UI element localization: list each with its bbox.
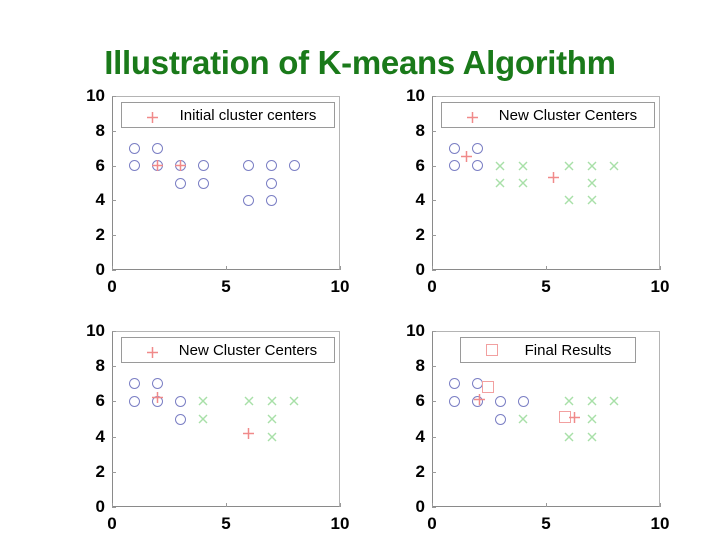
- x-axis-tick-label: 5: [541, 277, 551, 296]
- y-axis-tick-label: 8: [95, 120, 105, 140]
- chart-panel-top-left: 0 2 4 6 8 10 0 5 10 Initial cluster centers: [78, 86, 368, 300]
- x-axis-tick-mark: [340, 503, 341, 507]
- y-axis-tick-mark: [432, 166, 436, 167]
- chart-legend[interactable]: Initial cluster centers: [121, 102, 335, 128]
- y-axis-tick-label: 0: [95, 260, 105, 279]
- y-axis-tick-mark: [112, 401, 116, 402]
- y-axis-tick-label: 4: [95, 190, 105, 210]
- x-axis-tick-label: 10: [650, 277, 670, 296]
- y-axis-tick-mark: [112, 331, 116, 332]
- y-axis-tick-label: 10: [406, 86, 425, 105]
- chart-legend[interactable]: New Cluster Centers: [121, 337, 335, 363]
- legend-plus-marker: [456, 106, 490, 124]
- y-axis-tick-mark: [112, 200, 116, 201]
- x-axis-tick-label: 5: [541, 514, 551, 533]
- y-axis-tick-mark: [112, 472, 116, 473]
- legend-label: Initial cluster centers: [179, 106, 317, 124]
- x-axis-tick-label: 10: [330, 514, 350, 533]
- chart-legend[interactable]: New Cluster Centers: [441, 102, 655, 128]
- y-axis-tick-label: 0: [95, 497, 105, 516]
- x-axis-tick-label: 0: [427, 514, 437, 533]
- x-axis-tick-label: 0: [107, 514, 117, 533]
- x-axis-tick-label: 0: [107, 277, 117, 296]
- y-axis-tick-label: 6: [95, 391, 105, 411]
- y-axis-tick-label: 4: [415, 426, 425, 446]
- y-axis-tick-mark: [432, 437, 436, 438]
- legend-square-marker: [475, 341, 509, 359]
- y-axis-tick-label: 8: [415, 356, 425, 376]
- x-axis-tick-mark: [546, 266, 547, 270]
- x-axis-tick-mark: [660, 266, 661, 270]
- x-axis-tick-label: 10: [330, 277, 350, 296]
- legend-plus-marker: [136, 106, 170, 124]
- y-axis-tick-label: 10: [86, 321, 105, 340]
- x-axis-tick-mark: [432, 503, 433, 507]
- y-axis-tick-label: 2: [415, 225, 425, 245]
- y-axis-tick-label: 6: [415, 391, 425, 411]
- y-axis-tick-mark: [112, 235, 116, 236]
- y-axis-tick-label: 2: [415, 461, 425, 481]
- y-axis-tick-label: 10: [406, 321, 425, 340]
- chart-legend[interactable]: Final Results: [460, 337, 636, 363]
- y-axis-tick-mark: [112, 131, 116, 132]
- y-axis-tick-label: 6: [95, 155, 105, 175]
- y-axis-tick-mark: [432, 131, 436, 132]
- y-axis-tick-label: 6: [415, 155, 425, 175]
- y-axis-tick-label: 2: [95, 461, 105, 481]
- x-axis-tick-label: 5: [221, 277, 231, 296]
- y-axis-tick-mark: [432, 200, 436, 201]
- y-axis-tick-mark: [432, 507, 436, 508]
- chart-panel-bottom-left: 0 2 4 6 8 10 0 5 10 New Cluster Centers: [78, 321, 368, 537]
- y-axis-tick-mark: [432, 401, 436, 402]
- y-axis-tick-mark: [112, 507, 116, 508]
- y-axis-tick-mark: [432, 472, 436, 473]
- x-axis-tick-mark: [340, 266, 341, 270]
- x-axis-tick-mark: [432, 266, 433, 270]
- y-axis-tick-mark: [112, 270, 116, 271]
- y-axis-tick-mark: [112, 96, 116, 97]
- x-axis-tick-mark: [112, 266, 113, 270]
- x-axis-tick-mark: [226, 503, 227, 507]
- y-axis-tick-label: 10: [86, 86, 105, 105]
- x-axis-tick-mark: [546, 503, 547, 507]
- x-axis-tick-mark: [112, 503, 113, 507]
- y-axis-tick-mark: [112, 366, 116, 367]
- y-axis-tick-mark: [432, 96, 436, 97]
- y-axis-tick-mark: [112, 437, 116, 438]
- y-axis-tick-label: 4: [415, 190, 425, 210]
- x-axis-tick-mark: [226, 266, 227, 270]
- y-axis-tick-mark: [432, 366, 436, 367]
- y-axis-tick-mark: [432, 331, 436, 332]
- chart-panel-bottom-right: 0 2 4 6 8 10 0 5 10 Final Results: [398, 321, 688, 537]
- y-axis-tick-label: 2: [95, 225, 105, 245]
- y-axis-tick-mark: [432, 270, 436, 271]
- legend-label: Final Results: [524, 341, 612, 359]
- y-axis-tick-mark: [112, 166, 116, 167]
- x-axis-tick-label: 5: [221, 514, 231, 533]
- page-title: Illustration of K-means Algorithm: [104, 44, 616, 81]
- y-axis-tick-label: 0: [415, 497, 425, 516]
- legend-plus-marker: [136, 341, 170, 359]
- x-axis-tick-label: 10: [650, 514, 670, 533]
- x-axis-tick-mark: [660, 503, 661, 507]
- y-axis-tick-mark: [432, 235, 436, 236]
- y-axis-tick-label: 8: [415, 120, 425, 140]
- y-axis-tick-label: 8: [95, 356, 105, 376]
- y-axis-tick-label: 0: [415, 260, 425, 279]
- slide-canvas: Illustration of K-means Algorithm 0 2 4 6 8 1…: [0, 0, 720, 540]
- legend-label: New Cluster Centers: [498, 106, 638, 124]
- chart-panel-top-right: 0 2 4 6 8 10 0 5 10 New Cluster Centers: [398, 86, 688, 300]
- legend-label: New Cluster Centers: [178, 341, 318, 359]
- x-axis-tick-label: 0: [427, 277, 437, 296]
- y-axis-tick-label: 4: [95, 426, 105, 446]
